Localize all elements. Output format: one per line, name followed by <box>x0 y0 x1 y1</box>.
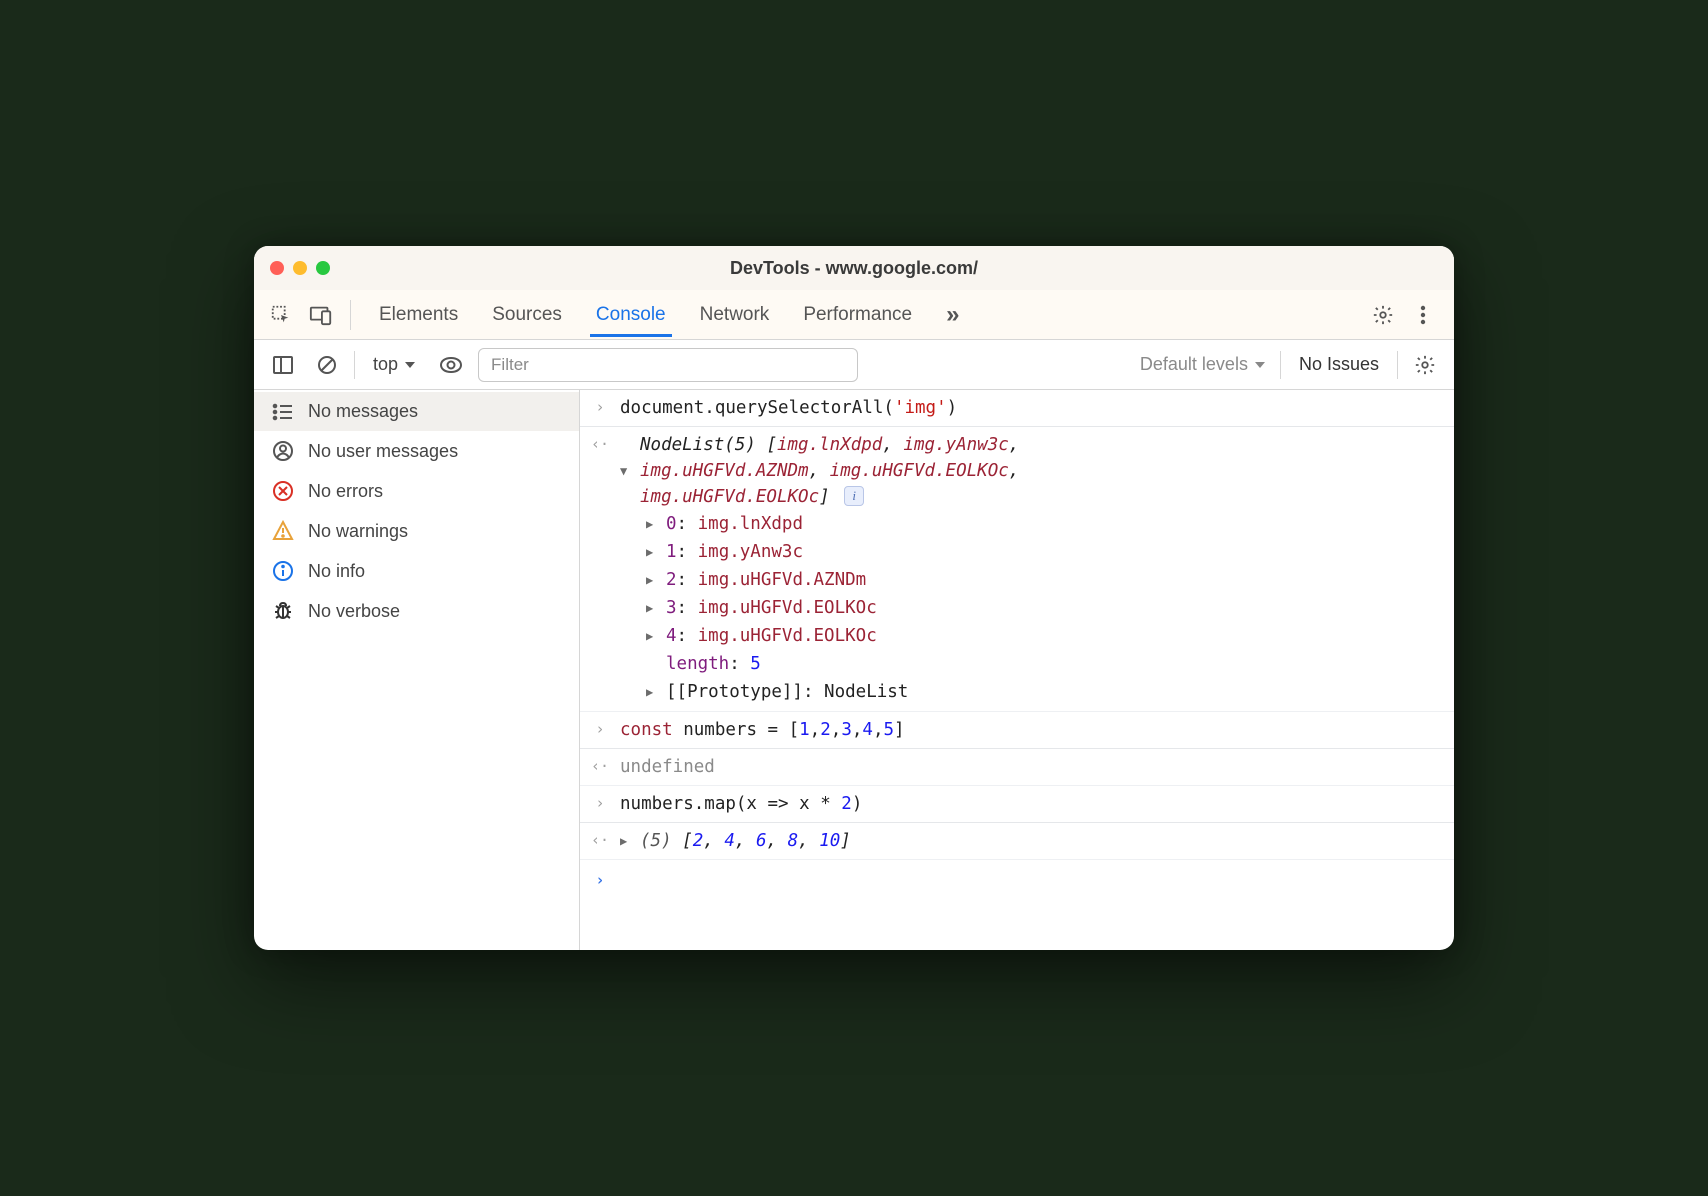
minimize-window-button[interactable] <box>293 261 307 275</box>
traffic-lights <box>270 261 330 275</box>
info-icon <box>272 560 294 582</box>
tab-performance[interactable]: Performance <box>797 293 918 337</box>
tab-elements[interactable]: Elements <box>373 293 464 337</box>
array-result: ▶(5) [2, 4, 6, 8, 10] <box>620 828 1444 854</box>
issues-button[interactable]: No Issues <box>1291 354 1387 375</box>
sidebar-item-messages[interactable]: No messages <box>254 392 579 431</box>
list-item[interactable]: ▶length: 5 <box>646 650 1444 678</box>
output-icon: ‹· <box>590 432 610 456</box>
list-item[interactable]: ▶[[Prototype]]: NodeList <box>646 678 1444 706</box>
divider <box>1280 351 1281 379</box>
bug-icon <box>272 600 294 622</box>
user-icon <box>272 440 294 462</box>
toggle-sidebar-icon[interactable] <box>266 348 300 382</box>
sidebar-label: No info <box>308 561 365 582</box>
sidebar-label: No warnings <box>308 521 408 542</box>
output-icon: ‹· <box>590 828 610 852</box>
console-input-row[interactable]: › const numbers = [1,2,3,4,5] <box>580 712 1454 749</box>
settings-icon[interactable] <box>1366 298 1400 332</box>
console-output-row[interactable]: ‹· ▶(5) [2, 4, 6, 8, 10] <box>580 823 1454 860</box>
sidebar-label: No messages <box>308 401 418 422</box>
inspect-element-icon[interactable] <box>264 298 298 332</box>
tab-console[interactable]: Console <box>590 293 672 337</box>
console-output: › document.querySelectorAll('img') ‹· ▶N… <box>580 390 1454 950</box>
sidebar-label: No errors <box>308 481 383 502</box>
message-sidebar: No messages No user messages No errors N… <box>254 390 580 950</box>
input-prompt-icon: › <box>590 791 610 815</box>
sidebar-item-user[interactable]: No user messages <box>254 431 579 471</box>
list-item[interactable]: ▶2: img.uHGFVd.AZNDm <box>646 566 1444 594</box>
sidebar-item-info[interactable]: No info <box>254 551 579 591</box>
chevron-down-icon <box>404 360 416 370</box>
context-selector[interactable]: top <box>365 350 424 379</box>
panel-tabs: Elements Sources Console Network Perform… <box>373 290 965 340</box>
error-icon <box>272 480 294 502</box>
sidebar-label: No user messages <box>308 441 458 462</box>
close-window-button[interactable] <box>270 261 284 275</box>
console-code: document.querySelectorAll('img') <box>620 395 1444 421</box>
chevron-down-icon <box>1254 360 1266 370</box>
list-item[interactable]: ▶3: img.uHGFVd.EOLKOc <box>646 594 1444 622</box>
input-prompt-icon: › <box>590 717 610 741</box>
sidebar-item-verbose[interactable]: No verbose <box>254 591 579 631</box>
console-toolbar: top Default levels No Issues <box>254 340 1454 390</box>
live-expression-icon[interactable] <box>434 348 468 382</box>
console-code: numbers.map(x => x * 2) <box>620 791 1444 817</box>
list-item[interactable]: ▶0: img.lnXdpd <box>646 510 1444 538</box>
context-label: top <box>373 354 398 375</box>
console-output-row[interactable]: ‹· ▶NodeList(5) [img.lnXdpd, img.yAnw3c,… <box>580 427 1454 712</box>
warning-icon <box>272 520 294 542</box>
console-body: No messages No user messages No errors N… <box>254 390 1454 950</box>
levels-label: Default levels <box>1140 354 1248 375</box>
sidebar-item-errors[interactable]: No errors <box>254 471 579 511</box>
divider <box>350 300 351 330</box>
divider <box>1397 351 1398 379</box>
console-settings-icon[interactable] <box>1408 348 1442 382</box>
window-title: DevTools - www.google.com/ <box>254 258 1454 279</box>
input-prompt-icon: › <box>590 395 610 419</box>
console-code: const numbers = [1,2,3,4,5] <box>620 717 1444 743</box>
log-levels-selector[interactable]: Default levels <box>1136 354 1270 375</box>
output-icon: ‹· <box>590 754 610 778</box>
tab-sources[interactable]: Sources <box>486 293 568 337</box>
more-tabs-icon[interactable]: » <box>940 290 965 340</box>
sidebar-label: No verbose <box>308 601 400 622</box>
kebab-menu-icon[interactable] <box>1406 298 1440 332</box>
zoom-window-button[interactable] <box>316 261 330 275</box>
list-icon <box>272 402 294 422</box>
input-prompt-icon: › <box>590 868 610 892</box>
devtools-window: DevTools - www.google.com/ Elements Sour… <box>254 246 1454 950</box>
console-prompt[interactable]: › <box>580 860 1454 900</box>
console-result: ▶NodeList(5) [img.lnXdpd, img.yAnw3c, ▼i… <box>620 432 1444 706</box>
tab-bar: Elements Sources Console Network Perform… <box>254 290 1454 340</box>
divider <box>354 351 355 379</box>
sidebar-item-warnings[interactable]: No warnings <box>254 511 579 551</box>
info-chip-icon[interactable]: i <box>844 486 864 506</box>
list-item[interactable]: ▶1: img.yAnw3c <box>646 538 1444 566</box>
undefined-result: undefined <box>620 757 715 777</box>
filter-input[interactable] <box>478 348 858 382</box>
titlebar: DevTools - www.google.com/ <box>254 246 1454 290</box>
console-input-row[interactable]: › document.querySelectorAll('img') <box>580 390 1454 427</box>
console-output-row[interactable]: ‹· undefined <box>580 749 1454 786</box>
clear-console-icon[interactable] <box>310 348 344 382</box>
list-item[interactable]: ▶4: img.uHGFVd.EOLKOc <box>646 622 1444 650</box>
console-input-row[interactable]: › numbers.map(x => x * 2) <box>580 786 1454 823</box>
nodelist-expansion: ▶0: img.lnXdpd ▶1: img.yAnw3c ▶2: img.uH… <box>646 510 1444 706</box>
tab-network[interactable]: Network <box>694 293 776 337</box>
device-toggle-icon[interactable] <box>304 298 338 332</box>
